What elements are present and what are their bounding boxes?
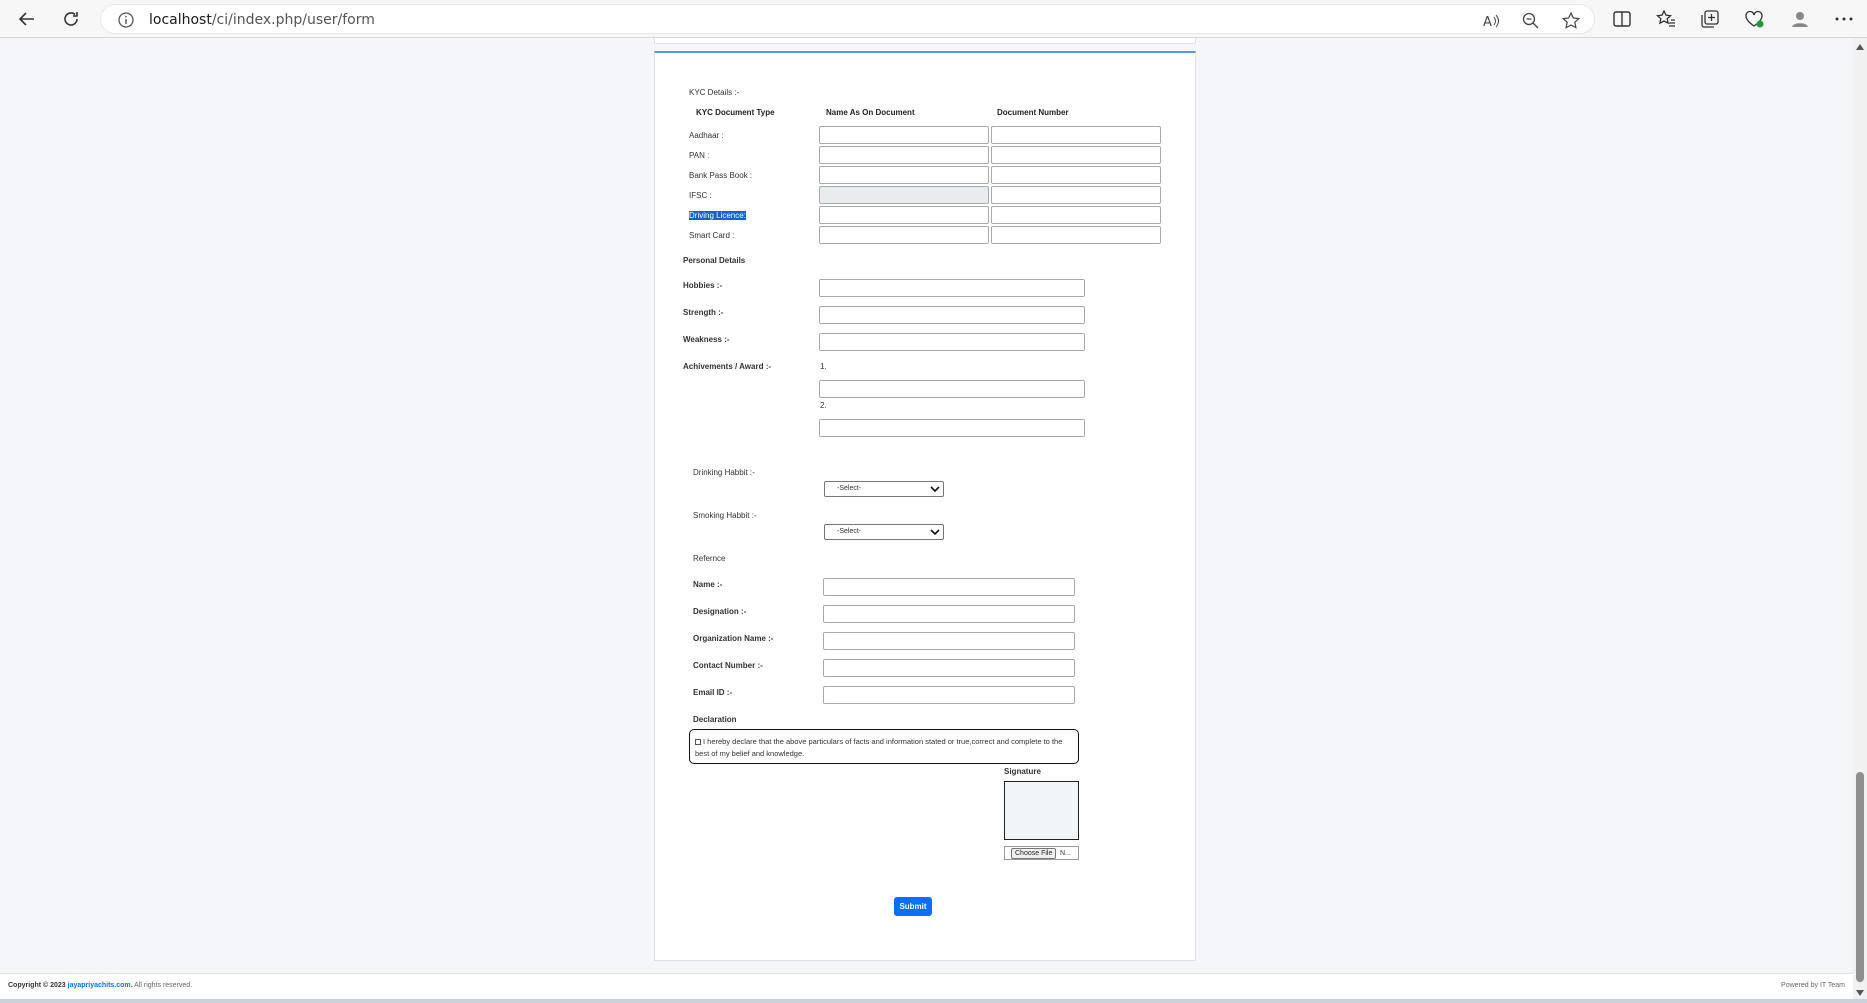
kyc-label-smart-card: Smart Card :: [689, 231, 735, 240]
refresh-icon[interactable]: [58, 6, 84, 32]
reference-name-input[interactable]: [823, 578, 1075, 596]
submit-button[interactable]: Submit: [894, 897, 932, 916]
chevron-down-icon: [930, 529, 940, 536]
more-menu-icon[interactable]: [1833, 8, 1855, 30]
address-bar[interactable]: localhost/ci/index.php/user/form A: [100, 4, 1595, 34]
ifsc-number-input[interactable]: [991, 186, 1161, 204]
achievements-label: Achivements / Award :-: [683, 362, 772, 371]
kyc-label-bank-pass-book: Bank Pass Book :: [689, 171, 753, 180]
reference-heading: Refernce: [693, 554, 726, 563]
personal-details-heading: Personal Details: [683, 256, 746, 265]
vertical-scrollbar[interactable]: [1853, 38, 1867, 1003]
footer-site-link[interactable]: jayapriyachits.com.: [68, 982, 133, 989]
smoking-habit-label: Smoking Habbit :-: [693, 511, 757, 520]
kyc-col-number: Document Number: [997, 108, 1069, 117]
kyc-col-type: KYC Document Type: [696, 108, 775, 117]
smart-card-number-input[interactable]: [991, 226, 1161, 244]
achievement-1-input[interactable]: [819, 380, 1085, 398]
url-text: localhost/ci/index.php/user/form: [149, 12, 375, 28]
back-icon[interactable]: [14, 6, 40, 32]
pan-name-input[interactable]: [819, 146, 989, 164]
ifsc-name-input: [819, 186, 989, 204]
kyc-col-name: Name As On Document: [826, 108, 915, 117]
split-screen-icon[interactable]: [1611, 8, 1633, 30]
url-host: localhost: [149, 12, 212, 28]
read-aloud-icon[interactable]: A: [1481, 11, 1501, 31]
achievement-number-2: 2.: [820, 401, 827, 410]
choose-file-button[interactable]: Choose File: [1011, 848, 1057, 859]
declaration-box: I hereby declare that the above particul…: [689, 729, 1079, 764]
favorites-icon[interactable]: [1655, 8, 1677, 30]
reference-email-input[interactable]: [823, 686, 1075, 704]
reference-organization-input[interactable]: [823, 632, 1075, 650]
browser-toolbar: localhost/ci/index.php/user/form A: [0, 0, 1867, 38]
signature-label: Signature: [1004, 767, 1041, 776]
reference-contact-input[interactable]: [823, 659, 1075, 677]
profile-icon[interactable]: [1789, 8, 1811, 30]
signature-preview: [1004, 781, 1079, 840]
kyc-section-label: KYC Details :-: [689, 88, 740, 97]
browser-essentials-icon[interactable]: [1743, 8, 1765, 30]
footer-copyright: Copyright © 2023 jayapriyachits.com. All…: [8, 982, 192, 989]
svg-text:A: A: [1483, 15, 1492, 30]
declaration-text: I hereby declare that the above particul…: [695, 737, 1063, 758]
declaration-heading: Declaration: [693, 715, 737, 724]
pan-number-input[interactable]: [991, 146, 1161, 164]
chevron-down-icon: [930, 486, 940, 493]
kyc-label-ifsc: IFSC :: [689, 191, 712, 200]
weakness-input[interactable]: [819, 333, 1085, 351]
scroll-up-icon[interactable]: [1855, 42, 1865, 52]
kyc-label-pan: PAN :: [689, 151, 710, 160]
zoom-out-icon[interactable]: [1521, 11, 1541, 31]
hobbies-input[interactable]: [819, 279, 1085, 297]
reference-contact-label: Contact Number :-: [693, 661, 763, 670]
reference-designation-label: Designation :-: [693, 607, 747, 616]
achievement-number-1: 1.: [820, 362, 827, 371]
bank-pass-book-name-input[interactable]: [819, 166, 989, 184]
strength-input[interactable]: [819, 306, 1085, 324]
window-bottom-edge: [0, 999, 1867, 1003]
scrollbar-thumb[interactable]: [1856, 772, 1864, 982]
no-file-text: N...: [1060, 850, 1071, 857]
hobbies-label: Hobbies :-: [683, 281, 723, 290]
strength-label: Strength :-: [683, 308, 724, 317]
reference-designation-input[interactable]: [823, 605, 1075, 623]
footer-rights: All rights reserved.: [134, 982, 193, 989]
declaration-checkbox[interactable]: [695, 739, 701, 746]
signature-file-input[interactable]: Choose File N...: [1004, 846, 1079, 860]
page-footer: Copyright © 2023 jayapriyachits.com. All…: [0, 973, 1853, 999]
drinking-habit-value: -Select-: [837, 485, 862, 492]
smoking-habit-value: -Select-: [837, 528, 862, 535]
drinking-habit-label: Drinking Habbit :-: [693, 468, 755, 477]
collections-icon[interactable]: [1699, 8, 1721, 30]
weakness-label: Weakness :-: [683, 335, 730, 344]
url-path: /ci/index.php/user/form: [211, 12, 375, 28]
driving-licence-number-input[interactable]: [991, 206, 1161, 224]
aadhaar-number-input[interactable]: [991, 126, 1161, 144]
info-icon[interactable]: [117, 11, 135, 29]
reference-email-label: Email ID :-: [693, 688, 733, 697]
kyc-label-aadhaar: Aadhaar :: [689, 131, 724, 140]
reference-name-label: Name :-: [693, 580, 723, 589]
aadhaar-name-input[interactable]: [819, 126, 989, 144]
kyc-label-driving-licence: Driving Licence:: [689, 211, 746, 220]
copyright-prefix: Copyright © 2023: [8, 982, 66, 989]
smoking-habit-select[interactable]: -Select-: [824, 524, 944, 540]
bank-pass-book-number-input[interactable]: [991, 166, 1161, 184]
scroll-down-icon[interactable]: [1855, 988, 1865, 998]
smart-card-name-input[interactable]: [819, 226, 989, 244]
drinking-habit-select[interactable]: -Select-: [824, 481, 944, 497]
footer-powered-by: Powered by IT Team: [1781, 982, 1845, 989]
previous-card-bottom: [654, 38, 1196, 44]
favorite-star-icon[interactable]: [1561, 11, 1581, 31]
reference-organization-label: Organization Name :-: [693, 634, 774, 643]
driving-licence-name-input[interactable]: [819, 206, 989, 224]
achievement-2-input[interactable]: [819, 419, 1085, 437]
